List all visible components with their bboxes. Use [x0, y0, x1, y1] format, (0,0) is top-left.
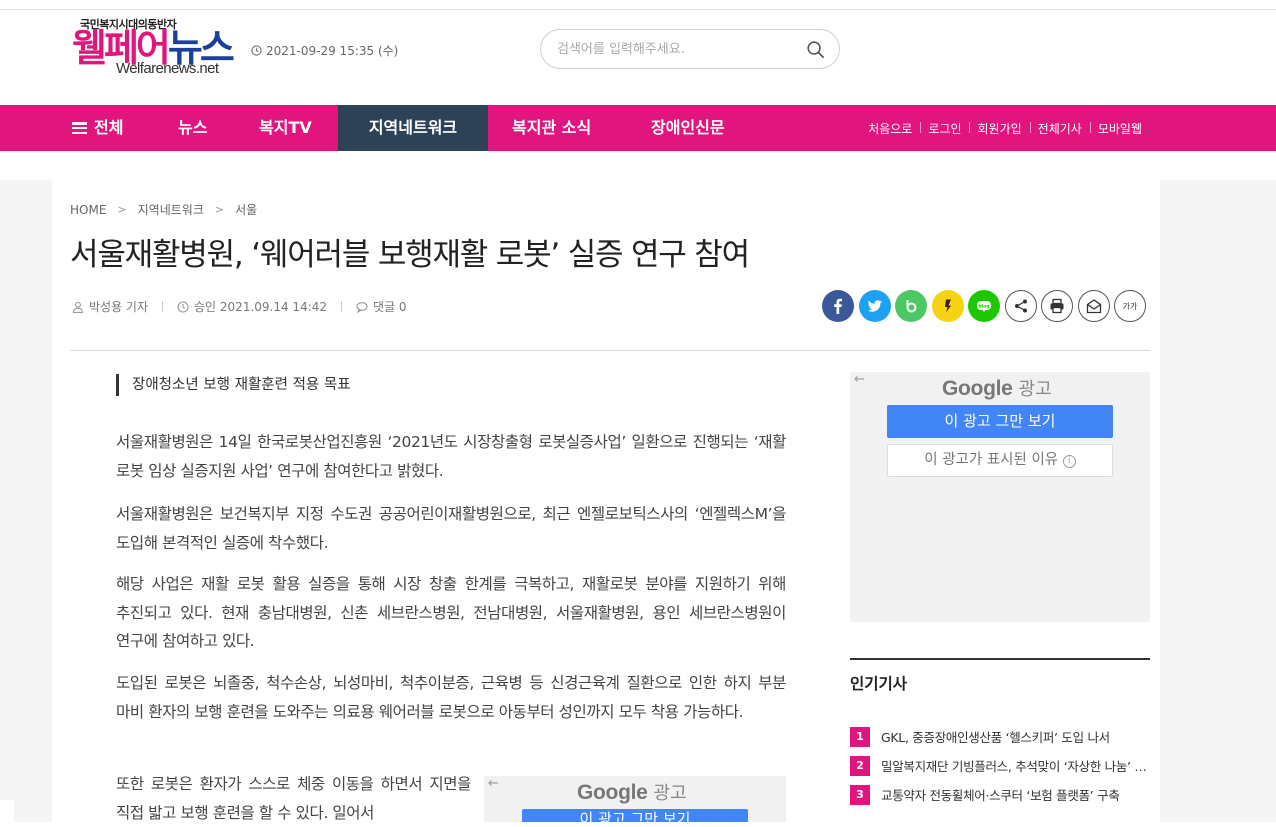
popular-item-title[interactable]: 교통약자 전동휠체어·스쿠터 ‘보험 플랫폼’ 구축 — [881, 785, 1149, 804]
nav-item-welfare-tv[interactable]: 복지TV — [259, 105, 312, 151]
rank-badge: 3 — [850, 784, 870, 805]
facebook-share-button[interactable] — [822, 290, 854, 322]
article-subtitle: 장애청소년 보행 재활훈련 적용 목표 — [116, 374, 351, 396]
kakaostory-share-button[interactable] — [931, 290, 964, 322]
comment-count: 댓글 0 — [373, 300, 407, 314]
article-meta: 박성용 기자 승인 2021.09.14 14:42 댓글 0 — [72, 298, 407, 315]
search-box[interactable] — [540, 29, 840, 69]
article-paragraph: 또한 로봇은 환자가 스스로 체중 이동을 하면서 지면을 직접 밟고 보행 훈… — [116, 775, 471, 822]
approval-date: 승인 2021.09.14 14:42 — [194, 300, 328, 314]
nav-item-disability-newspaper[interactable]: 장애인신문 — [651, 105, 725, 151]
utility-links: 처음으로 로그인 회원가입 전체기사 모바일웹 — [860, 105, 1150, 151]
popular-item-title[interactable]: 밀알복지재단 기빙플러스, 추석맞이 ‘자상한 나눔’ 캠페인 — [881, 756, 1149, 775]
approval-info: 승인 2021.09.14 14:42 — [177, 298, 327, 315]
stop-ad-button[interactable]: 이 광고 그만 보기 — [522, 809, 748, 822]
article-paragraph: 서울재활병원은 보건복지부 지정 수도권 공공어린이재활병원으로, 최근 엔젤로… — [116, 505, 786, 552]
ad-back-arrow-icon[interactable]: ← — [854, 372, 865, 387]
band-icon — [906, 300, 917, 313]
meta-divider — [341, 301, 343, 312]
popular-item[interactable]: 1 GKL, 중증장애인생산품 ‘헬스키퍼’ 도입 나서 — [850, 722, 1150, 751]
google-ad-logo: Google 광고 — [942, 377, 1052, 400]
breadcrumb-section[interactable]: 지역네트워크 — [138, 201, 204, 218]
print-button[interactable] — [1041, 290, 1073, 322]
article-paragraph: 해당 사업은 재활 로봇 활용 실증을 통해 시장 창출 한계를 극복하고, 재… — [116, 575, 786, 650]
nav-all-menu[interactable]: 전체 — [72, 105, 123, 151]
breadcrumb-home[interactable]: HOME — [70, 203, 106, 217]
clock-icon — [251, 45, 262, 56]
rank-badge: 1 — [850, 726, 870, 747]
search-input[interactable] — [557, 39, 797, 59]
popular-item[interactable]: 3 교통약자 전동휠체어·스쿠터 ‘보험 플랫폼’ 구축 — [850, 780, 1150, 809]
twitter-icon — [867, 300, 882, 312]
chevron-right-icon: > — [117, 203, 127, 216]
hamburger-icon — [72, 122, 87, 134]
more-share-button[interactable] — [1004, 290, 1037, 322]
share-toolbar: blog 가가 — [822, 290, 1146, 322]
comment-info[interactable]: 댓글 0 — [356, 298, 407, 315]
util-signup-link[interactable]: 회원가입 — [969, 120, 1029, 137]
email-button[interactable] — [1077, 290, 1110, 322]
twitter-share-button[interactable] — [858, 290, 891, 322]
ad-back-arrow-icon[interactable]: ← — [488, 776, 499, 791]
main-nav: 전체 뉴스 복지TV 지역네트워크 복지관 소식 장애인신문 처음으로 로그인 … — [0, 105, 1276, 151]
site-logo[interactable]: 국민복지시대의동반자 웰페어뉴스 Welfarenews.net — [72, 16, 242, 82]
current-date: 2021-09-29 15:35 (수) — [251, 42, 398, 59]
google-ad-logo: Google 광고 — [577, 781, 687, 804]
blog-icon: blog — [977, 301, 991, 313]
email-icon — [1086, 299, 1101, 314]
info-icon: i — [1062, 455, 1076, 468]
search-icon[interactable] — [806, 40, 825, 59]
svg-text:blog: blog — [978, 304, 989, 310]
nav-item-welfare-center-news[interactable]: 복지관 소식 — [512, 105, 591, 151]
popular-list: 1 GKL, 중증장애인생산품 ‘헬스키퍼’ 도입 나서 2 밀알복지재단 기빙… — [850, 722, 1150, 809]
rank-badge: 2 — [850, 755, 870, 776]
article-paragraph: 도입된 로봇은 뇌졸중, 척수손상, 뇌성마비, 척추이분증, 근육병 등 신경… — [116, 674, 786, 721]
comment-icon — [356, 301, 368, 313]
font-size-button[interactable]: 가가 — [1114, 290, 1146, 322]
why-ad-button[interactable]: 이 광고가 표시된 이유 i — [887, 444, 1113, 477]
kakaostory-icon — [944, 299, 951, 313]
util-mobile-link[interactable]: 모바일웹 — [1089, 120, 1150, 137]
blog-share-button[interactable]: blog — [968, 290, 1000, 322]
share-icon — [1014, 299, 1027, 313]
top-border — [0, 9, 1276, 10]
article-paragraph: 서울재활병원은 14일 한국로봇산업진흥원 ‘2021년도 시장창출형 로봇실증… — [116, 433, 786, 480]
chevron-right-icon: > — [214, 203, 225, 216]
popular-heading: 인기기사 — [850, 675, 908, 693]
reporter-name: 박성용 기자 — [89, 300, 149, 314]
stop-ad-button[interactable]: 이 광고 그만 보기 — [887, 405, 1113, 438]
print-icon — [1050, 298, 1064, 314]
util-all-articles-link[interactable]: 전체기사 — [1029, 120, 1090, 137]
reporter-info: 박성용 기자 — [72, 298, 148, 315]
util-login-link[interactable]: 로그인 — [920, 120, 969, 137]
meta-divider — [162, 301, 164, 312]
nav-item-local-network[interactable]: 지역네트워크 — [338, 105, 488, 151]
breadcrumb-subsection[interactable]: 서울 — [235, 201, 257, 218]
nav-all-label: 전체 — [94, 118, 124, 137]
sidebar-google-ad: ← Google 광고 이 광고 그만 보기 이 광고가 표시된 이유 i — [850, 372, 1150, 622]
user-icon — [72, 301, 84, 313]
facebook-icon — [834, 298, 842, 314]
logo-english: Welfarenews.net — [116, 60, 219, 77]
popular-item[interactable]: 2 밀알복지재단 기빙플러스, 추석맞이 ‘자상한 나눔’ 캠페인 — [850, 751, 1150, 780]
popular-item-title[interactable]: GKL, 중증장애인생산품 ‘헬스키퍼’ 도입 나서 — [881, 727, 1149, 746]
popular-top-line — [850, 658, 1150, 660]
clock-icon — [177, 300, 189, 313]
nav-item-news[interactable]: 뉴스 — [178, 105, 207, 151]
inline-google-ad: ← Google 광고 이 광고 그만 보기 — [484, 776, 786, 822]
left-gap — [0, 800, 14, 822]
article-title: 서울재활병원, ‘웨어러블 보행재활 로봇’ 실증 연구 참여 — [70, 237, 750, 273]
util-home-link[interactable]: 처음으로 — [860, 120, 920, 137]
header-divider — [70, 350, 1150, 351]
band-share-button[interactable] — [895, 290, 927, 322]
date-text: 2021-09-29 15:35 (수) — [266, 44, 399, 58]
breadcrumb: HOME > 지역네트워크 > 서울 — [70, 201, 257, 218]
